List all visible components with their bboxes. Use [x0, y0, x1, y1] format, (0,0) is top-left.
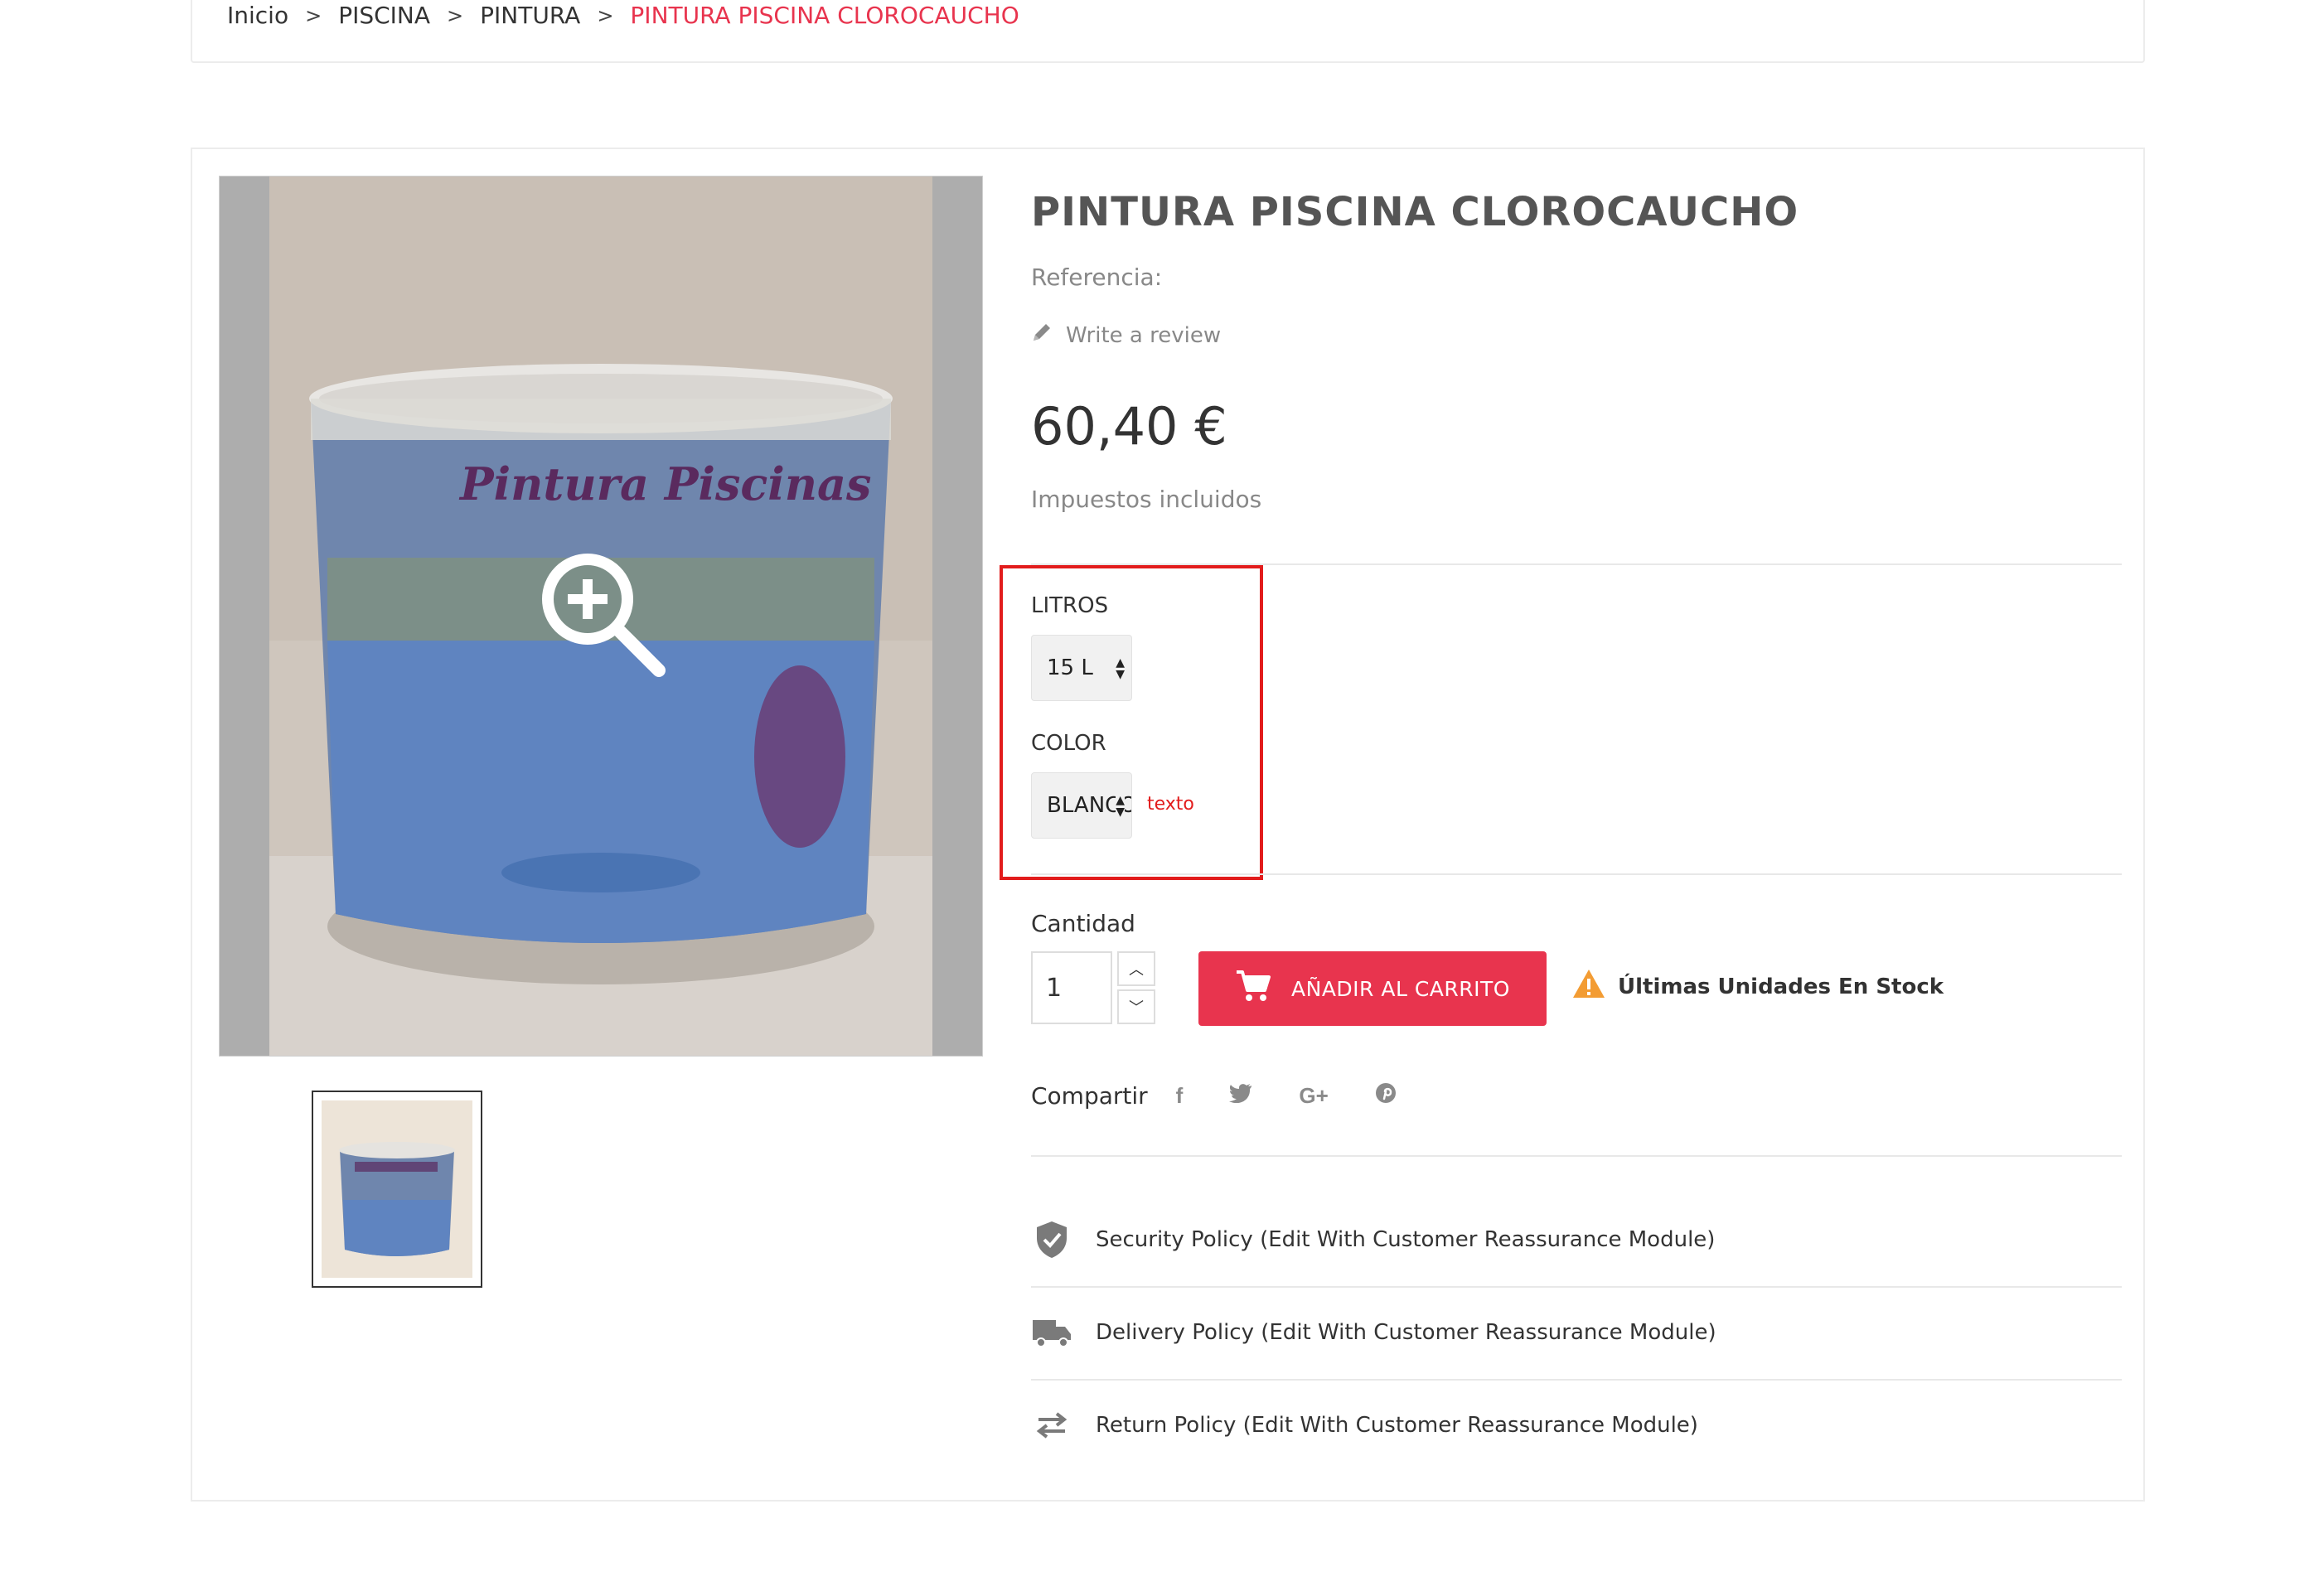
litros-label: LITROS	[1031, 593, 1109, 618]
breadcrumb-separator: >	[597, 3, 614, 27]
select-arrows-icon: ▲ ▼	[1116, 656, 1125, 681]
breadcrumb-bar: Inicio > PISCINA > PINTURA > PINTURA PIS…	[191, 0, 2145, 63]
delivery-policy-text: Delivery Policy (Edit With Customer Reas…	[1096, 1320, 1716, 1345]
breadcrumb-item-piscina[interactable]: PISCINA	[338, 2, 430, 29]
pinterest-icon[interactable]	[1375, 1082, 1397, 1110]
shield-icon	[1031, 1219, 1072, 1260]
product-reference: Referencia:	[1031, 264, 1163, 291]
product-price: 60,40 €	[1031, 396, 1227, 457]
add-to-cart-button[interactable]: AÑADIR AL CARRITO	[1198, 951, 1547, 1026]
truck-icon	[1031, 1312, 1072, 1353]
product-thumbnail[interactable]	[312, 1091, 482, 1288]
quantity-decrease-button[interactable]: ﹀	[1117, 989, 1155, 1024]
svg-text:Pintura Piscinas: Pintura Piscinas	[458, 457, 871, 510]
delivery-policy-item: Delivery Policy (Edit With Customer Reas…	[1031, 1286, 2122, 1379]
color-select[interactable]: BLANCO ▲ ▼	[1031, 772, 1132, 839]
breadcrumb-separator: >	[305, 3, 322, 27]
color-label: COLOR	[1031, 731, 1106, 756]
divider	[1031, 873, 2122, 875]
zoom-in-icon[interactable]	[538, 549, 671, 682]
breadcrumb-separator: >	[447, 3, 464, 27]
litros-select[interactable]: 15 L ▲ ▼	[1031, 635, 1132, 701]
color-note-text: texto	[1147, 794, 1194, 815]
add-to-cart-label: AÑADIR AL CARRITO	[1291, 976, 1510, 1001]
breadcrumb-item-pintura[interactable]: PINTURA	[480, 2, 580, 29]
facebook-icon[interactable]: f	[1176, 1083, 1184, 1109]
twitter-icon[interactable]	[1229, 1083, 1252, 1109]
product-title: PINTURA PISCINA CLOROCAUCHO	[1031, 189, 1799, 235]
return-policy-text: Return Policy (Edit With Customer Reassu…	[1096, 1413, 1698, 1438]
arrows-exchange-icon	[1031, 1405, 1072, 1446]
breadcrumb-item-inicio[interactable]: Inicio	[227, 2, 288, 29]
warning-icon	[1571, 968, 1606, 1005]
security-policy-item: Security Policy (Edit With Customer Reas…	[1031, 1193, 2122, 1286]
chevron-down-icon: ﹀	[1129, 999, 1144, 1017]
chevron-up-icon: ︿	[1129, 961, 1144, 979]
paint-bucket-thumbnail	[322, 1100, 472, 1278]
share-row: Compartir f G+	[1031, 1082, 1443, 1110]
select-arrows-icon: ▲ ▼	[1116, 794, 1125, 819]
divider	[1031, 1155, 2122, 1157]
shopping-cart-icon	[1235, 970, 1271, 1008]
quantity-label: Cantidad	[1031, 910, 1135, 937]
breadcrumb: Inicio > PISCINA > PINTURA > PINTURA PIS…	[227, 2, 1019, 29]
litros-selected-value: 15 L	[1047, 655, 1093, 680]
security-policy-text: Security Policy (Edit With Customer Reas…	[1096, 1227, 1716, 1252]
quantity-increase-button[interactable]: ︿	[1117, 951, 1155, 986]
share-label: Compartir	[1031, 1082, 1148, 1110]
write-review-label: Write a review	[1066, 322, 1222, 348]
write-review-link[interactable]: Write a review	[1031, 322, 1221, 349]
return-policy-item: Return Policy (Edit With Customer Reassu…	[1031, 1379, 2122, 1472]
quantity-value: 1	[1046, 973, 1063, 1003]
product-cover-image[interactable]: Pintura Piscinas	[219, 176, 983, 1057]
breadcrumb-current: PINTURA PISCINA CLOROCAUCHO	[630, 2, 1019, 29]
stock-message: Últimas Unidades En Stock	[1618, 974, 1944, 999]
tax-note: Impuestos incluidos	[1031, 486, 1262, 513]
stock-status: Últimas Unidades En Stock	[1571, 968, 1944, 1005]
product-container: Pintura Piscinas PINTURA PISCINA CLOROCA…	[191, 148, 2145, 1502]
pencil-icon	[1031, 322, 1053, 349]
google-plus-icon[interactable]: G+	[1299, 1083, 1328, 1109]
quantity-input[interactable]: 1	[1031, 951, 1112, 1024]
